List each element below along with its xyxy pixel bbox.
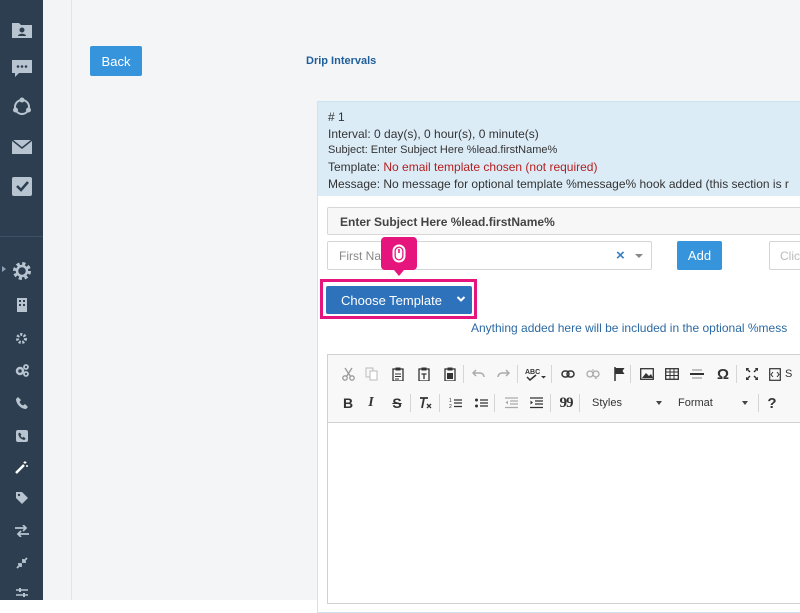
source-label: S: [785, 368, 793, 380]
field-select-placeholder: First Na: [339, 249, 381, 263]
phone-square-icon[interactable]: [8, 428, 35, 444]
hint-text: Anything added here will be included in …: [471, 321, 788, 335]
sidebar-gutter: [43, 0, 72, 600]
format-label: Format: [678, 397, 713, 409]
token-input-placeholder: Clic: [780, 249, 800, 263]
token-input[interactable]: Clic: [769, 241, 800, 270]
template-value: No email template chosen (not required): [383, 160, 598, 174]
message-line: Message: No message for optional templat…: [328, 177, 789, 191]
strikethrough-button[interactable]: S: [387, 393, 407, 413]
editor-toolbar: ABC Ω S B I S 1 2 99 Styles Format ?: [328, 355, 800, 423]
svg-text:ABC: ABC: [525, 369, 540, 376]
bold-button[interactable]: B: [338, 393, 358, 413]
source-button[interactable]: S: [769, 364, 799, 384]
format-caret-icon: [742, 401, 748, 405]
toolbar-separator: [463, 365, 464, 383]
paste-word-icon[interactable]: [440, 364, 460, 384]
expand-arrow-icon[interactable]: [2, 266, 6, 272]
chevron-down-icon[interactable]: [635, 254, 643, 258]
toolbar-separator: [494, 394, 495, 412]
link-icon[interactable]: [558, 364, 578, 384]
toolbar-separator: [517, 365, 518, 383]
numbered-list-icon[interactable]: 12: [445, 393, 465, 413]
special-char-icon[interactable]: Ω: [713, 364, 733, 384]
cogs-icon[interactable]: [8, 362, 35, 378]
outdent-icon[interactable]: [501, 393, 521, 413]
toolbar-separator: [579, 394, 580, 412]
blockquote-button[interactable]: 99: [556, 393, 576, 413]
sidebar-separator: [0, 236, 43, 237]
template-label: Template:: [328, 160, 384, 174]
magic-wand-icon[interactable]: [8, 459, 35, 475]
network-icon[interactable]: [8, 96, 35, 118]
styles-caret-icon: [656, 401, 662, 405]
italic-button[interactable]: I: [361, 393, 381, 413]
subject-input[interactable]: Enter Subject Here %lead.firstName%: [327, 207, 800, 235]
clear-icon[interactable]: ×: [616, 247, 625, 264]
copy-icon[interactable]: [361, 364, 381, 384]
cog-icon[interactable]: [8, 330, 35, 346]
sidebar: [0, 0, 43, 600]
task-check-icon[interactable]: [8, 175, 35, 197]
settings-gear-icon[interactable]: [8, 260, 35, 282]
source-icon: [769, 367, 781, 381]
back-button[interactable]: Back: [90, 46, 142, 76]
tag-icon[interactable]: [8, 490, 35, 506]
styles-dropdown[interactable]: Styles: [586, 393, 668, 413]
toolbar-separator: [736, 365, 737, 383]
paste-icon[interactable]: [388, 364, 408, 384]
undo-icon[interactable]: [468, 364, 488, 384]
sliders-icon[interactable]: [8, 586, 35, 600]
exchange-icon[interactable]: [8, 523, 35, 539]
cut-icon[interactable]: [338, 364, 358, 384]
chat-icon[interactable]: [8, 58, 35, 80]
unlink-icon[interactable]: [583, 364, 603, 384]
toolbar-separator: [551, 365, 552, 383]
interval-number: # 1: [328, 110, 345, 124]
toolbar-separator: [630, 365, 631, 383]
styles-label: Styles: [592, 397, 622, 409]
choose-template-button[interactable]: Choose Template: [326, 286, 472, 314]
indent-icon[interactable]: [526, 393, 546, 413]
table-icon[interactable]: [662, 364, 682, 384]
mouse-icon: [392, 244, 406, 263]
toolbar-separator: [758, 394, 759, 412]
interval-text: Interval: 0 day(s), 0 hour(s), 0 minute(…: [328, 127, 539, 141]
spellcheck-icon[interactable]: ABC: [524, 364, 548, 384]
subject-line: Subject: Enter Subject Here %lead.firstN…: [328, 144, 558, 156]
section-title: Drip Intervals: [306, 55, 377, 67]
bulleted-list-icon[interactable]: [471, 393, 491, 413]
horizontal-rule-icon[interactable]: [687, 364, 707, 384]
redo-icon[interactable]: [493, 364, 513, 384]
toolbar-separator: [439, 394, 440, 412]
toolbar-separator: [410, 394, 411, 412]
toolbar-separator: [550, 394, 551, 412]
paste-text-icon[interactable]: [414, 364, 434, 384]
choose-template-label: Choose Template: [341, 292, 442, 308]
help-button[interactable]: ?: [762, 393, 782, 413]
mouse-click-indicator: [381, 237, 417, 276]
rich-text-editor[interactable]: ABC Ω S B I S 1 2 99 Styles Format ?: [327, 354, 800, 604]
compress-icon[interactable]: [8, 555, 35, 571]
template-line: Template: No email template chosen (not …: [328, 160, 597, 174]
mail-icon[interactable]: [8, 137, 35, 157]
svg-text:2: 2: [449, 404, 452, 409]
remove-format-icon[interactable]: [416, 393, 436, 413]
anchor-flag-icon[interactable]: [609, 364, 629, 384]
dropdown-chevron-icon[interactable]: [456, 294, 466, 304]
image-icon[interactable]: [637, 364, 657, 384]
field-select[interactable]: First Na ×: [327, 241, 652, 270]
building-icon[interactable]: [8, 297, 35, 313]
phone-icon[interactable]: [8, 395, 35, 411]
format-dropdown[interactable]: Format: [672, 393, 754, 413]
contacts-folder-icon[interactable]: [8, 18, 35, 40]
maximize-icon[interactable]: [742, 364, 762, 384]
interval-info: # 1 Interval: 0 day(s), 0 hour(s), 0 min…: [318, 102, 800, 196]
add-button[interactable]: Add: [677, 241, 722, 270]
